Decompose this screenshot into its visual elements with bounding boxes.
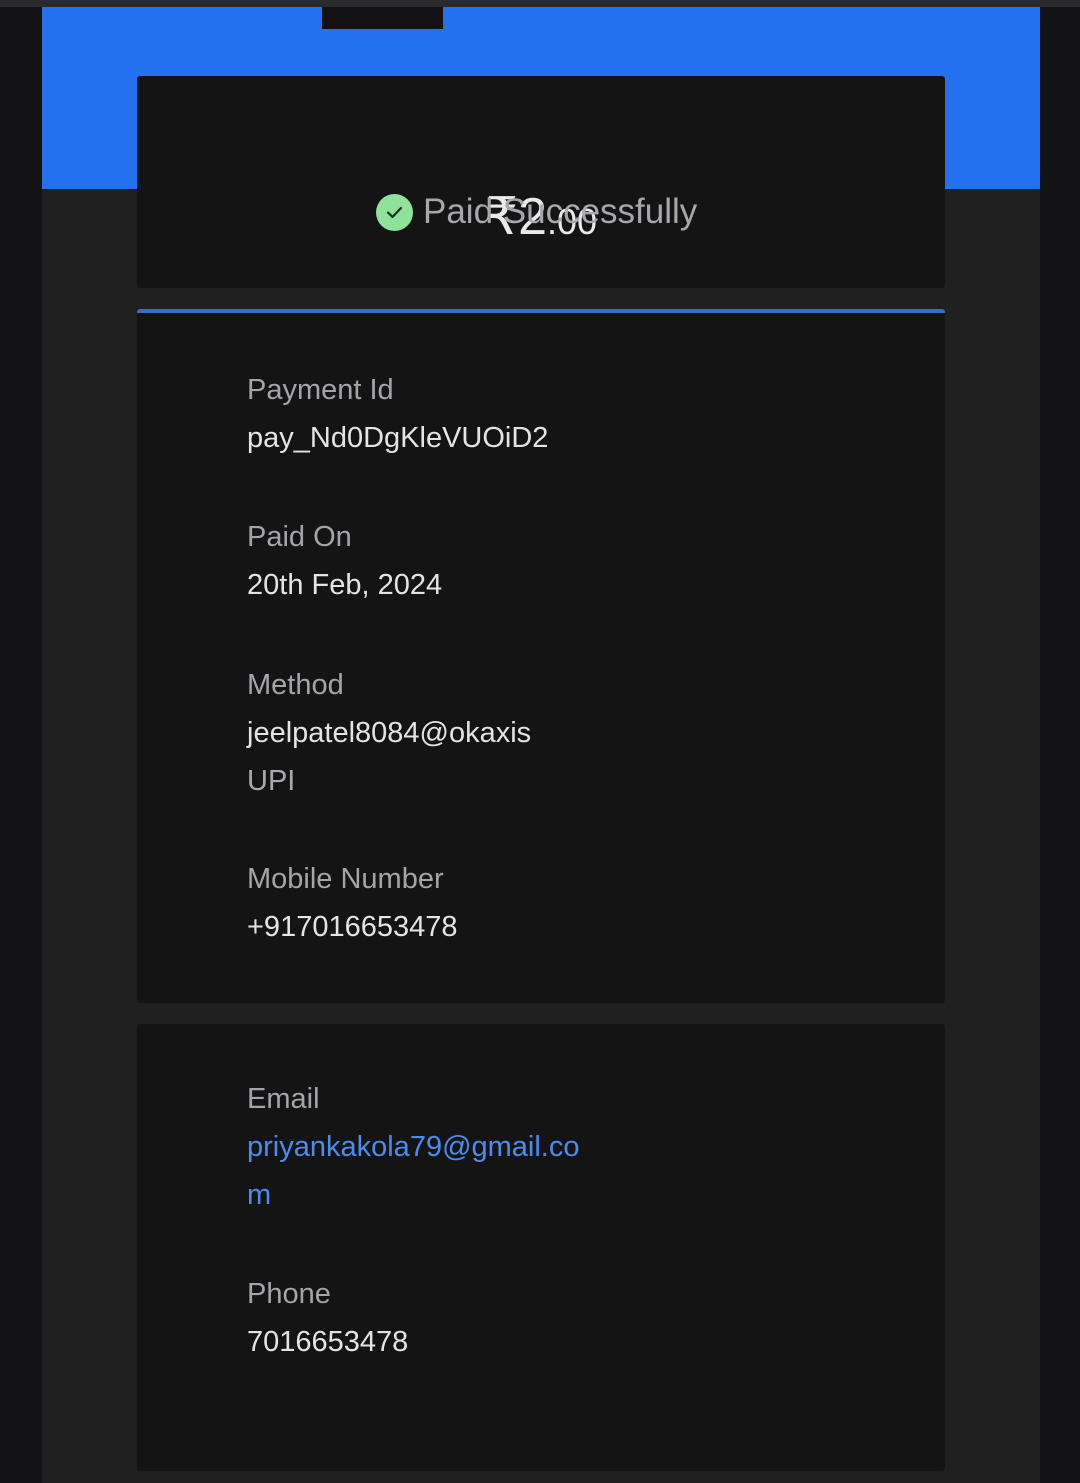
payment-status: Paid Successfully bbox=[376, 192, 697, 232]
mobile-field: Mobile Number +917016653478 bbox=[247, 855, 457, 951]
paid-on-value: 20th Feb, 2024 bbox=[247, 569, 443, 601]
status-text: Paid Successfully bbox=[423, 192, 698, 231]
email-link[interactable]: priyankakola79@gmail.com bbox=[247, 1123, 587, 1219]
payment-details-card: Payment Id pay_Nd0DgKleVUOiD2 Paid On 20… bbox=[137, 309, 945, 1003]
phone-field: Phone 7016653478 bbox=[247, 1270, 408, 1366]
payment-id-field: Payment Id pay_Nd0DgKleVUOiD2 bbox=[247, 366, 548, 462]
method-label: Method bbox=[247, 669, 344, 701]
paid-on-field: Paid On 20th Feb, 2024 bbox=[247, 513, 442, 609]
method-type: UPI bbox=[247, 765, 296, 797]
method-field: Method jeelpatel8084@okaxis UPI bbox=[247, 661, 531, 805]
phone-value: 7016653478 bbox=[247, 1326, 409, 1358]
email-label: Email bbox=[247, 1083, 320, 1115]
phone-label: Phone bbox=[247, 1278, 331, 1310]
merchant-logo bbox=[322, 7, 443, 29]
payment-id-value: pay_Nd0DgKleVUOiD2 bbox=[247, 422, 549, 454]
top-status-strip bbox=[0, 0, 1080, 7]
method-vpa: jeelpatel8084@okaxis bbox=[247, 717, 532, 749]
payment-id-label: Payment Id bbox=[247, 374, 394, 406]
email-field: Email priyankakola79@gmail.com bbox=[247, 1075, 587, 1219]
contact-card: Email priyankakola79@gmail.com Phone 701… bbox=[137, 1024, 945, 1471]
amount-card: ₹2.00 Paid Successfully bbox=[137, 76, 945, 288]
mobile-label: Mobile Number bbox=[247, 863, 444, 895]
check-circle-icon bbox=[376, 193, 413, 231]
mobile-value: +917016653478 bbox=[247, 911, 458, 943]
paid-on-label: Paid On bbox=[247, 521, 352, 553]
